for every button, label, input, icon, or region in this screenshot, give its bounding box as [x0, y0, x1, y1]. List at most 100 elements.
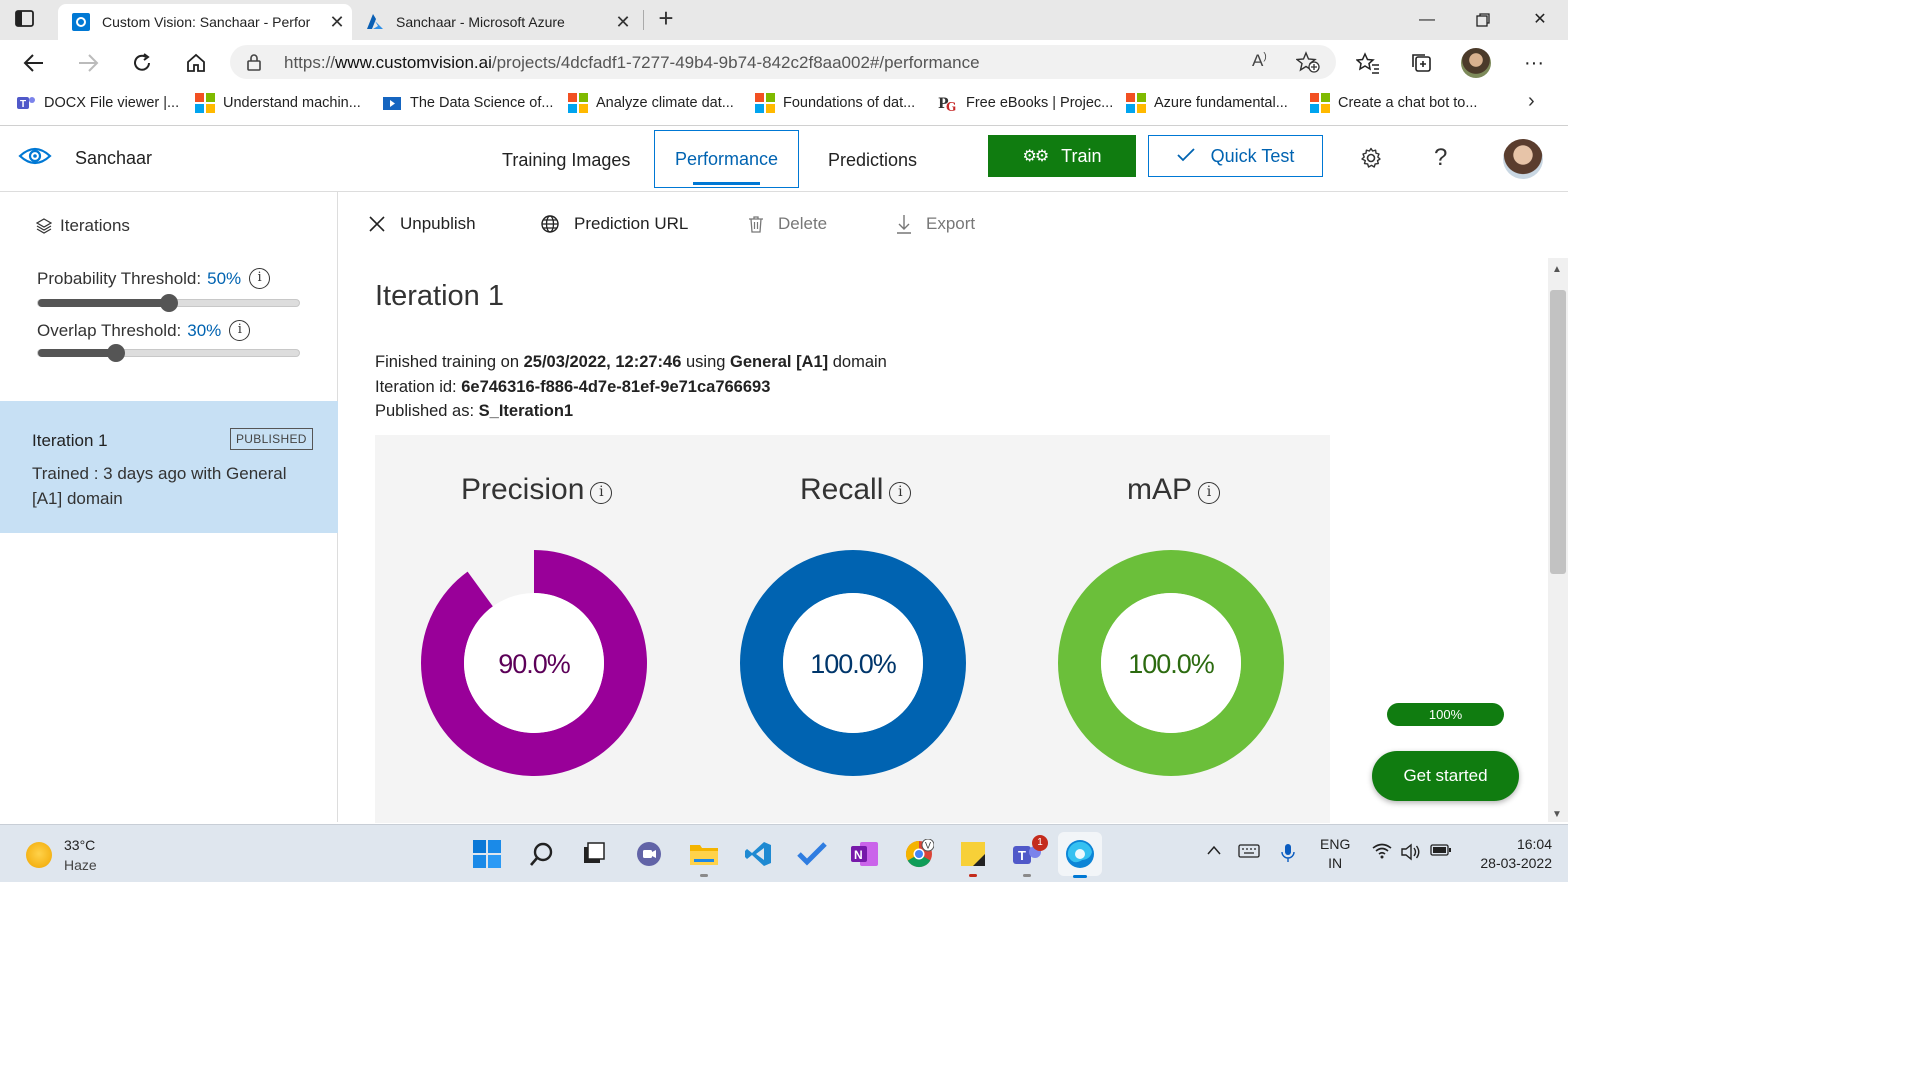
close-tab-icon[interactable]: ✕: [608, 12, 638, 33]
info-icon[interactable]: i: [889, 482, 912, 504]
browser-tab-azure[interactable]: Sanchaar - Microsoft Azure ✕: [356, 4, 638, 40]
overlap-threshold-slider[interactable]: [37, 344, 300, 362]
bookmark-azure-fundamentals[interactable]: Azure fundamental...: [1126, 93, 1288, 113]
settings-gear-icon[interactable]: [1360, 147, 1382, 174]
back-icon[interactable]: [18, 48, 50, 78]
bookmark-label: Free eBooks | Projec...: [966, 95, 1114, 111]
scroll-down-icon[interactable]: ▼: [1552, 809, 1562, 820]
tab-predictions[interactable]: Predictions: [828, 150, 917, 171]
new-tab-icon[interactable]: +: [652, 5, 680, 33]
url-text[interactable]: https://www.customvision.ai/projects/4dc…: [284, 53, 980, 73]
gutenberg-logo-icon: PG: [938, 93, 958, 114]
windows-start-icon[interactable]: [470, 837, 504, 871]
restore-icon[interactable]: [1460, 6, 1506, 34]
task-view-icon[interactable]: [577, 837, 611, 871]
weather-widget[interactable]: 33°C Haze: [26, 835, 97, 875]
tab-performance[interactable]: Performance: [654, 130, 799, 188]
collections-icon[interactable]: [1406, 48, 1438, 78]
slider-handle[interactable]: [107, 344, 126, 362]
bookmark-label: DOCX File viewer |...: [44, 95, 180, 111]
overlap-threshold-label: Overlap Threshold:: [37, 320, 182, 340]
info-icon[interactable]: i: [249, 268, 271, 289]
lock-icon[interactable]: [246, 53, 262, 76]
chat-icon[interactable]: [632, 837, 666, 871]
chevron-up-icon[interactable]: [1206, 843, 1222, 860]
published-badge: PUBLISHED: [230, 428, 313, 450]
tab-training-images[interactable]: Training Images: [502, 150, 630, 171]
bookmark-chat-bot[interactable]: Create a chat bot to...: [1310, 93, 1477, 113]
metrics-panel: Precision i 90.0% Recall i 100.0% mAP i …: [375, 435, 1330, 823]
keyboard-icon[interactable]: [1238, 843, 1260, 863]
chevron-right-icon[interactable]: ›: [1528, 90, 1535, 113]
export-button[interactable]: Export: [896, 214, 975, 234]
train-button[interactable]: ⚙⚙ Train: [988, 135, 1136, 177]
bookmark-data-science[interactable]: The Data Science of...: [382, 93, 553, 113]
wifi-icon[interactable]: [1372, 843, 1392, 863]
sticky-notes-icon[interactable]: [956, 837, 990, 877]
iteration-id-line: Iteration id: 6e746316-f886-4d7e-81ef-9e…: [375, 378, 771, 396]
vscode-icon[interactable]: [741, 837, 775, 871]
browser-tab-strip: Custom Vision: Sanchaar - Perfor ✕ Sanch…: [0, 0, 1568, 40]
custom-vision-eye-icon[interactable]: [18, 144, 52, 173]
bookmark-free-ebooks[interactable]: PG Free eBooks | Projec...: [938, 93, 1114, 114]
address-bar[interactable]: https://www.customvision.ai/projects/4dc…: [230, 45, 1336, 79]
unpublish-button[interactable]: Unpublish: [368, 214, 476, 234]
recall-title: Recall i: [800, 473, 912, 507]
get-started-button[interactable]: Get started: [1372, 751, 1519, 801]
scrollbar-thumb[interactable]: [1550, 290, 1566, 574]
browser-navbar: https://www.customvision.ai/projects/4dc…: [0, 40, 1568, 84]
weather-sun-icon: [26, 842, 52, 868]
vertical-scrollbar[interactable]: ▲ ▼: [1548, 258, 1568, 822]
more-options-icon[interactable]: ···: [1518, 48, 1550, 78]
user-avatar[interactable]: [1503, 139, 1543, 179]
bookmark-docx-viewer[interactable]: T DOCX File viewer |...: [16, 93, 179, 113]
system-clock[interactable]: 16:04 28-03-2022: [1462, 835, 1552, 873]
close-tab-icon[interactable]: ✕: [322, 12, 352, 33]
slider-fill: [38, 299, 169, 307]
info-icon[interactable]: i: [1198, 482, 1221, 504]
quick-test-label: Quick Test: [1210, 145, 1295, 166]
metric-name: mAP: [1127, 473, 1193, 506]
quick-test-button[interactable]: Quick Test: [1148, 135, 1323, 177]
forward-icon[interactable]: [72, 48, 104, 78]
tab-title: Sanchaar - Microsoft Azure: [396, 14, 565, 30]
language-indicator[interactable]: ENG IN: [1320, 835, 1350, 873]
scroll-up-icon[interactable]: ▲: [1552, 264, 1562, 275]
teams-icon[interactable]: T 1: [1010, 835, 1048, 877]
favorites-icon[interactable]: [1352, 48, 1384, 78]
battery-icon[interactable]: [1430, 843, 1452, 861]
tab-actions-icon[interactable]: [14, 9, 36, 29]
bookmark-foundations-data[interactable]: Foundations of dat...: [755, 93, 915, 113]
minimize-icon[interactable]: —: [1404, 6, 1450, 34]
bookmark-label: The Data Science of...: [410, 95, 554, 111]
home-icon[interactable]: [180, 48, 212, 78]
profile-avatar-icon[interactable]: [1460, 48, 1492, 78]
info-icon[interactable]: i: [229, 320, 251, 341]
search-icon[interactable]: [525, 837, 559, 871]
teams-icon: T: [16, 93, 36, 113]
refresh-icon[interactable]: [126, 48, 158, 78]
edge-icon[interactable]: [1058, 832, 1102, 878]
chrome-icon[interactable]: V: [902, 837, 936, 871]
project-name[interactable]: Sanchaar: [75, 148, 152, 169]
microphone-icon[interactable]: [1280, 843, 1296, 867]
iteration-list-item[interactable]: Iteration 1 PUBLISHED Trained : 3 days a…: [0, 401, 338, 533]
file-explorer-icon[interactable]: [687, 837, 721, 877]
prediction-url-button[interactable]: Prediction URL: [540, 214, 688, 234]
delete-button[interactable]: Delete: [748, 214, 827, 234]
read-aloud-icon[interactable]: A): [1252, 51, 1267, 71]
volume-icon[interactable]: [1400, 843, 1422, 865]
info-icon[interactable]: i: [590, 482, 613, 504]
progress-indicator: 100%: [1387, 703, 1504, 726]
add-favorite-icon[interactable]: [1295, 51, 1320, 78]
probability-threshold-slider[interactable]: [37, 294, 300, 312]
slider-handle[interactable]: [159, 294, 178, 312]
slider-fill: [38, 349, 117, 357]
close-window-icon[interactable]: ✕: [1517, 6, 1563, 34]
todo-icon[interactable]: [795, 837, 829, 871]
bookmark-analyze-climate[interactable]: Analyze climate dat...: [568, 93, 734, 113]
browser-tab-custom-vision[interactable]: Custom Vision: Sanchaar - Perfor ✕: [58, 4, 352, 40]
onenote-icon[interactable]: N: [848, 837, 882, 871]
help-icon[interactable]: ?: [1434, 144, 1447, 172]
bookmark-understand-machine[interactable]: Understand machin...: [195, 93, 361, 113]
